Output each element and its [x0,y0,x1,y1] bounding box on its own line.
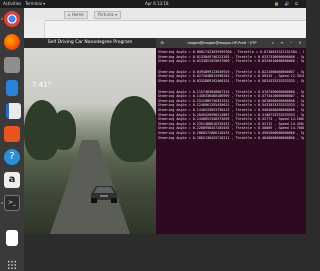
writer-icon[interactable] [6,103,21,119]
simulator-title: Self Driving Car Nanodegree Program [24,38,156,48]
activities-button[interactable]: Activities [3,1,21,6]
text-editor-icon[interactable] [6,80,18,96]
help-icon[interactable]: ? [4,149,20,165]
menu-icon[interactable]: ≡ [279,40,285,46]
terminal-line: Steering Angle = 0.00017423035909700 , T… [158,50,304,54]
terminal-titlebar: ⊞ mogan@mogan@mogan-HP-Pro6 ~/ITP ⌕ ≡ – … [156,38,306,48]
new-tab-icon[interactable]: ⊞ [159,40,165,46]
terminal-line: Steering Angle = 0.0133851925637609 , Th… [158,59,304,64]
running-indicator [1,202,3,204]
terminal-line: Steering Angle = 0.2862130425716211 , Th… [158,135,304,140]
simulator-viewport: 7.41° [24,48,156,234]
files-icon[interactable] [4,57,20,73]
terminal-window: ⊞ mogan@mogan@mogan-HP-Pro6 ~/ITP ⌕ ≡ – … [156,38,306,234]
terminal-title: mogan@mogan@mogan-HP-Pro6 ~/ITP [187,41,257,45]
tree [110,96,156,162]
breadcrumb-home[interactable]: ⌂ Home [64,11,88,19]
chrome-icon[interactable] [4,11,20,27]
firefox-icon[interactable] [4,34,20,50]
dock: ? a >_ [0,8,24,271]
tree [52,110,76,150]
terminal-line: Steering Angle = 0.2868272866116533 , Th… [158,130,304,135]
system-menu[interactable]: 🔒 🔊 ⏻ [274,1,300,6]
amazon-icon[interactable]: a [4,172,20,188]
car [91,186,117,203]
app-menu[interactable]: Terminal ▾ [25,1,45,6]
desktop-background [24,234,306,271]
running-indicator [1,18,3,20]
file-manager-window: ⌂ Home Pictures ▾ [24,8,306,41]
search-icon[interactable]: ⌕ [270,40,276,46]
file-manager-toolbar: ⌂ Home Pictures ▾ [24,8,306,21]
terminal-line: Steering Angle = 0.0332889192466314 , Th… [158,78,304,83]
clock[interactable]: Apr 6 13:18 [145,1,169,6]
notes-icon[interactable] [6,230,18,246]
show-applications-icon[interactable] [7,260,17,270]
terminal-icon[interactable]: >_ [4,195,20,211]
terminal-output[interactable]: Steering Angle = 0.00017423035909700 , T… [158,50,304,232]
hud-readout: 7.41° [32,81,52,89]
simulator-window: Self Driving Car Nanodegree Program 7.41… [24,38,156,234]
breadcrumb-pictures[interactable]: Pictures ▾ [94,11,122,19]
top-bar: Activities Terminal ▾ Apr 6 13:18 🔒 🔊 ⏻ [0,0,306,8]
terminal-line: Steering Angle = 0.1440533653798413 , Th… [158,107,304,112]
software-center-icon[interactable] [4,126,20,142]
close-icon[interactable]: × [297,40,303,46]
minimize-icon[interactable]: – [288,40,294,46]
